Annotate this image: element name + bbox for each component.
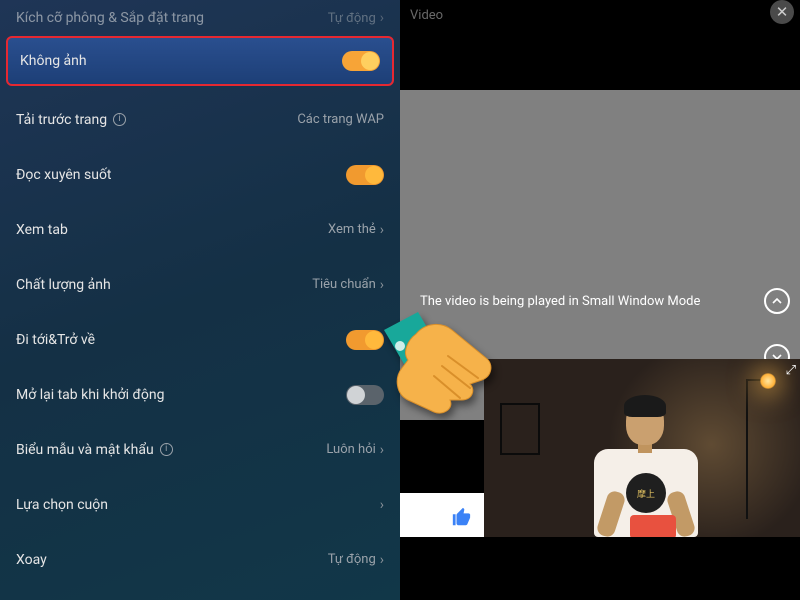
info-icon[interactable]: i [160,443,173,456]
mini-video-window[interactable]: 摩上 ⤢ [484,359,800,537]
row-value: Tiêu chuẩn› [312,277,384,293]
row-label: Tải trước trangi [16,112,126,128]
chevron-right-icon: › [380,497,384,513]
settings-row-scroll[interactable]: Lựa chọn cuộn › [0,477,400,532]
row-label: Không ảnh [20,53,87,69]
row-label: Biểu mẫu và mật khẩui [16,442,173,458]
video-panel: Video ✕ The video is being played in Sma… [400,0,800,600]
row-label: Lựa chọn cuộn [16,497,108,513]
small-window-message: The video is being played in Small Windo… [420,294,700,309]
video-controls-strip [400,493,484,537]
chevron-right-icon: › [380,222,384,238]
row-value: Tự động› [328,10,384,26]
row-label: Xoay [16,552,47,568]
row-label: Chất lượng ảnh [16,277,111,293]
row-value: Xem thẻ› [328,222,384,238]
row-value: Tự động› [328,552,384,568]
settings-row-fontsize[interactable]: Kích cỡ phông & Sắp đặt trang Tự động› [0,0,400,32]
video-header-title: Video [410,8,443,23]
toggle-goback[interactable] [346,330,384,350]
row-label: Xem tab [16,222,68,238]
row-value: › [376,497,384,513]
settings-row-forms[interactable]: Biểu mẫu và mật khẩui Luôn hỏi› [0,422,400,477]
chevron-up-icon[interactable] [764,288,790,314]
settings-row-imgqual[interactable]: Chất lượng ảnh Tiêu chuẩn› [0,257,400,312]
row-value: Luôn hỏi› [326,442,384,458]
settings-row-no_image[interactable]: Không ảnh [6,36,394,86]
close-icon[interactable]: ✕ [770,0,794,24]
row-label: Đọc xuyên suốt [16,167,112,183]
row-label: Kích cỡ phông & Sắp đặt trang [16,10,204,26]
toggle-readthru[interactable] [346,165,384,185]
settings-row-readthru[interactable]: Đọc xuyên suốt [0,147,400,202]
chevron-right-icon: › [380,552,384,568]
info-icon[interactable]: i [113,113,126,126]
video-bottom-bar [400,537,800,600]
toggle-no_image[interactable] [342,51,380,71]
row-label: Mở lại tab khi khởi động [16,387,164,403]
settings-row-rotate[interactable]: Xoay Tự động› [0,532,400,587]
settings-panel: Kích cỡ phông & Sắp đặt trang Tự động› K… [0,0,400,600]
settings-row-goback[interactable]: Đi tới&Trở về [0,312,400,367]
chevron-right-icon: › [380,442,384,458]
expand-icon[interactable]: ⤢ [786,363,796,378]
toggle-reopen[interactable] [346,385,384,405]
row-value: Các trang WAP [297,112,384,127]
thumbs-up-icon[interactable] [450,506,474,533]
settings-row-tabview[interactable]: Xem tab Xem thẻ› [0,202,400,257]
row-label: Đi tới&Trở về [16,332,95,348]
settings-row-preload[interactable]: Tải trước trangi Các trang WAP [0,92,400,147]
settings-row-reopen[interactable]: Mở lại tab khi khởi động [0,367,400,422]
chevron-right-icon: › [380,277,384,293]
